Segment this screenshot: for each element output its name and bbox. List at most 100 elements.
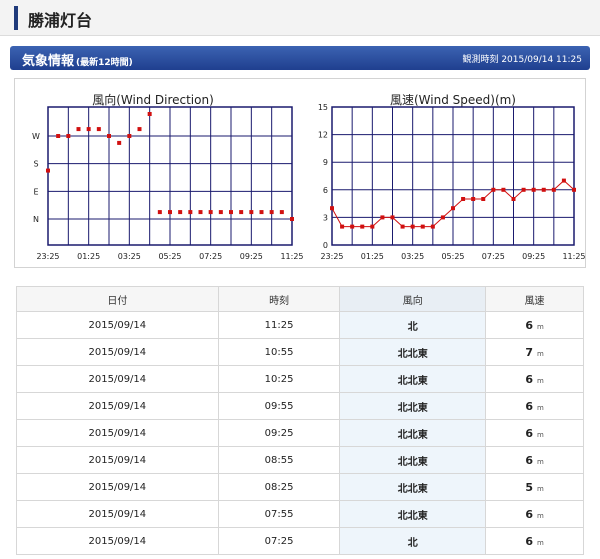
weather-info-subtitle: (最新12時間) [76, 58, 133, 68]
weather-info-heading: 気象情報 (最新12時間) [22, 50, 133, 69]
speed-unit: m [536, 349, 544, 358]
cell-time: 07:25 [217, 527, 341, 555]
page-header: 勝浦灯台 [0, 0, 600, 36]
y-tick-label: 6 [323, 186, 328, 195]
cell-date: 2015/09/14 [16, 446, 219, 474]
data-point [370, 224, 375, 229]
data-point [259, 210, 264, 215]
table-header-row: 日付 時刻 風向 風速 [16, 286, 584, 312]
data-point [86, 127, 91, 132]
data-point [137, 127, 142, 132]
x-tick-label: 05:25 [441, 252, 464, 261]
cell-date: 2015/09/14 [16, 527, 219, 555]
data-point [127, 134, 132, 138]
cell-time: 09:55 [217, 392, 341, 420]
cell-speed: 5m [485, 473, 584, 501]
y-tick-label: 15 [318, 103, 328, 112]
data-point [390, 215, 395, 220]
data-point [229, 210, 233, 215]
table-row: 2015/09/14 07:25 北 6 m [16, 527, 584, 555]
cell-date: 2015/09/14 [16, 311, 219, 339]
x-tick-label: 05:25 [158, 252, 181, 261]
speed-unit: m [536, 511, 544, 520]
cell-direction: 北北東 [339, 365, 487, 393]
cell-direction: 北北東 [339, 473, 487, 501]
data-point [380, 215, 385, 220]
data-point [481, 197, 486, 201]
data-point [430, 224, 435, 229]
data-point [269, 210, 274, 215]
charts-svg: 風向(Wind Direction) 23:25 01:25 03:25 05:25 07… [32, 92, 585, 261]
cell-speed: 6m [485, 500, 584, 528]
data-point [279, 210, 284, 215]
cell-speed: 6m [485, 311, 584, 339]
header-time: 時刻 [217, 286, 341, 312]
weather-info-title: 気象情報 [22, 54, 75, 69]
cell-time: 08:55 [217, 446, 341, 474]
data-point [461, 197, 466, 201]
speed-value: 6 [525, 453, 533, 467]
speed-value: 6 [525, 507, 533, 521]
cell-direction: 北 [339, 527, 487, 555]
data-point [360, 224, 365, 229]
data-point [471, 197, 476, 201]
data-point [330, 206, 334, 211]
speed-value: 6 [525, 318, 533, 332]
cell-date: 2015/09/14 [16, 365, 219, 393]
chart-panel: 風向(Wind Direction) 23:25 01:25 03:25 05:25 07… [14, 78, 586, 268]
data-point [76, 127, 81, 132]
table-body: 2015/09/14 11:25 北 6 m 2015/09/14 10:55 北北東 7 m 20… [16, 311, 584, 555]
x-tick-label: 09:25 [522, 252, 545, 261]
data-point [521, 187, 526, 192]
observation-time-value: 2015/09/14 11:25 [501, 55, 582, 65]
data-point [340, 224, 345, 229]
data-point [107, 134, 111, 138]
data-point [511, 197, 516, 201]
data-point [208, 210, 213, 215]
data-point [400, 224, 405, 229]
cell-direction: 北 [339, 311, 487, 339]
cell-direction: 北北東 [339, 446, 487, 474]
data-point [410, 224, 415, 229]
header-date: 日付 [16, 286, 219, 312]
cell-time: 10:25 [217, 365, 341, 393]
data-point [551, 187, 556, 192]
data-point [188, 210, 193, 215]
speed-value: 6 [525, 372, 533, 386]
x-tick-label: 23:25 [320, 252, 343, 261]
cell-speed: 6m [485, 392, 584, 420]
data-point [147, 112, 152, 116]
data-point [96, 127, 101, 132]
table-row: 2015/09/14 08:25 北北東 5 m [16, 473, 584, 501]
cell-speed: 7m [485, 338, 584, 366]
y-tick-label: 0 [323, 241, 328, 250]
chart-title: 風速(Wind Speed)(m) [390, 93, 516, 107]
x-tick-label: 11:25 [280, 252, 303, 261]
data-point [239, 210, 244, 215]
x-tick-label: 23:25 [36, 252, 59, 261]
data-point [531, 187, 536, 192]
y-tick-label: 12 [318, 131, 328, 140]
cell-speed: 6m [485, 446, 584, 474]
x-tick-label: 01:25 [77, 252, 100, 261]
data-point [440, 215, 445, 220]
cell-date: 2015/09/14 [16, 338, 219, 366]
data-point [350, 224, 355, 229]
x-tick-label: 11:25 [562, 252, 585, 261]
data-point [218, 210, 223, 215]
cell-time: 09:25 [217, 419, 341, 447]
data-point [117, 140, 122, 145]
weather-info-bar: 気象情報 (最新12時間) 観測時刻 2015/09/14 11:25 [10, 46, 590, 70]
weather-table: 日付 時刻 風向 風速 2015/09/14 11:25 北 6 m 2015/09/14… [16, 286, 584, 555]
data-point [491, 187, 496, 192]
cell-time: 11:25 [217, 311, 341, 339]
x-tick-label: 03:25 [118, 252, 141, 261]
cell-direction: 北北東 [339, 392, 487, 420]
cell-date: 2015/09/14 [16, 500, 219, 528]
header-direction: 風向 [339, 286, 487, 312]
x-tick-label: 09:25 [240, 252, 263, 261]
x-tick-label: 07:25 [482, 252, 505, 261]
table-row: 2015/09/14 09:25 北北東 6 m [16, 419, 584, 447]
cell-speed: 6m [485, 365, 584, 393]
observation-time-label: 観測時刻 [462, 55, 499, 65]
